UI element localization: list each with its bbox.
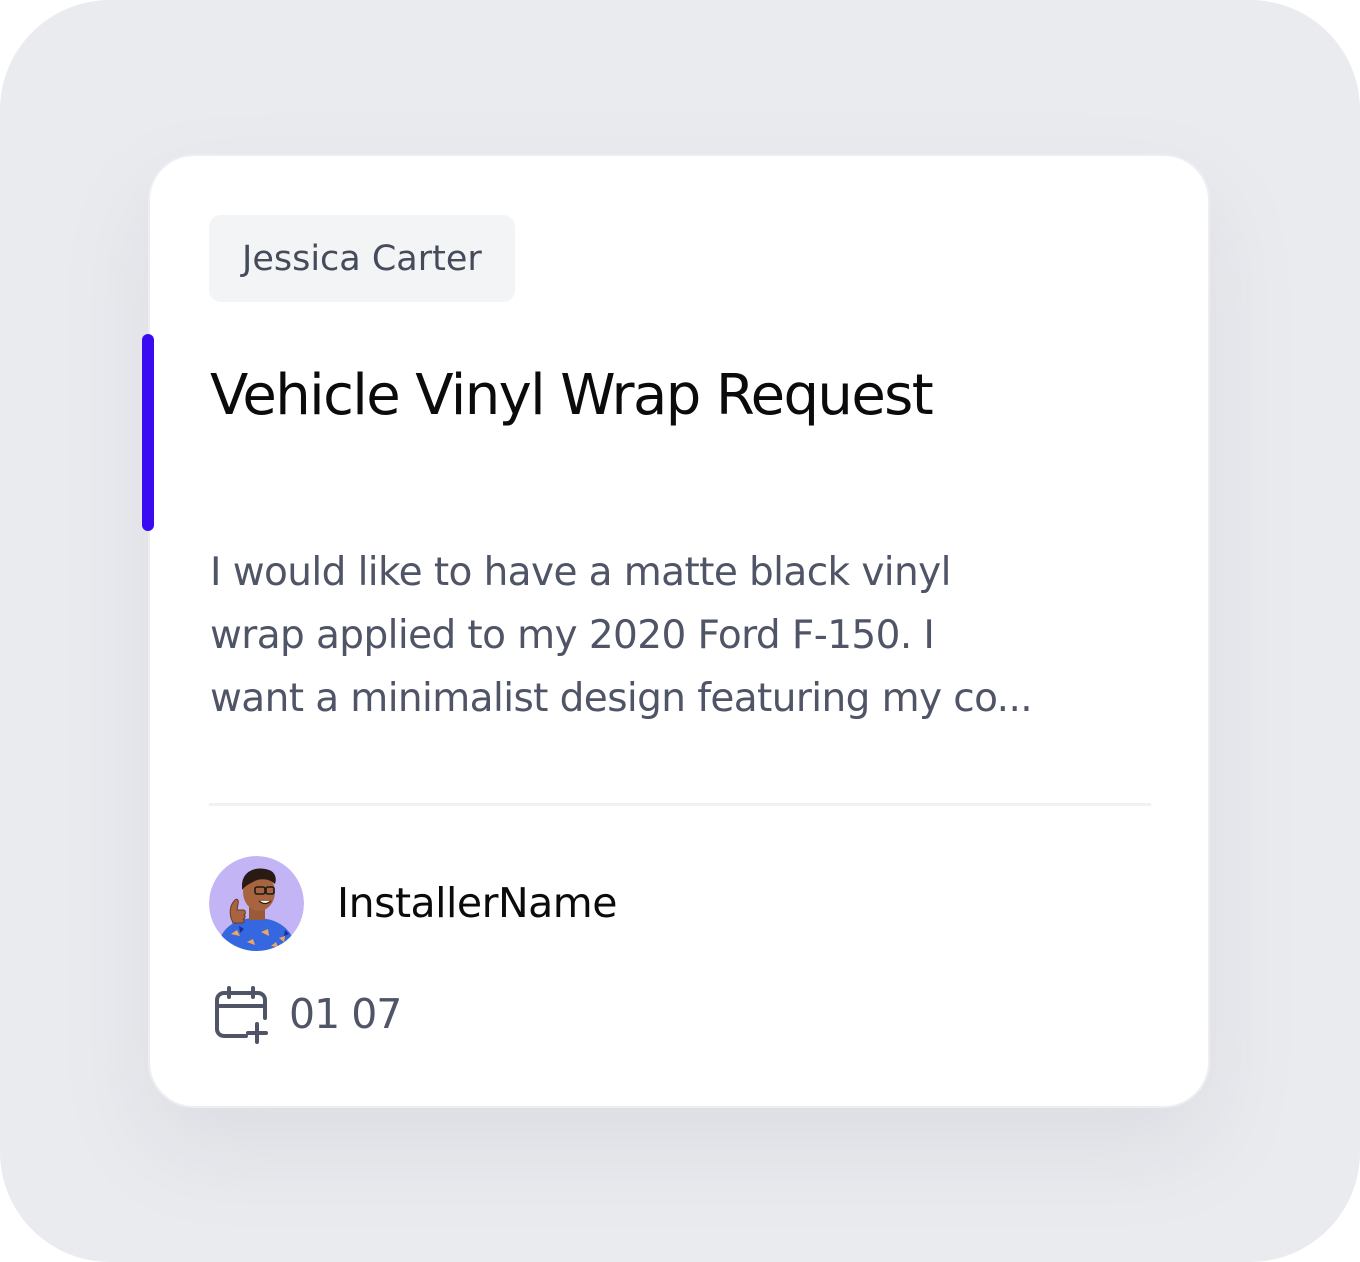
accent-bar [142,334,154,531]
installer-name[interactable]: InstallerName [337,874,617,932]
customer-name-tag: Jessica Carter [209,215,515,302]
installer-avatar [209,856,304,951]
avatar-illustration-icon [209,856,304,951]
description-line: want a minimalist design featuring my co… [210,676,1033,721]
request-date: 01 07 [289,990,402,1038]
description-line: I would like to have a matte black vinyl [210,550,951,595]
request-description: I would like to have a matte black vinyl… [210,541,1170,730]
customer-name: Jessica Carter [242,238,482,279]
calendar-plus-icon [212,986,270,1044]
description-line: wrap applied to my 2020 Ford F-150. I [210,613,935,658]
divider [209,803,1151,806]
request-title: Vehicle Vinyl Wrap Request [210,363,934,428]
